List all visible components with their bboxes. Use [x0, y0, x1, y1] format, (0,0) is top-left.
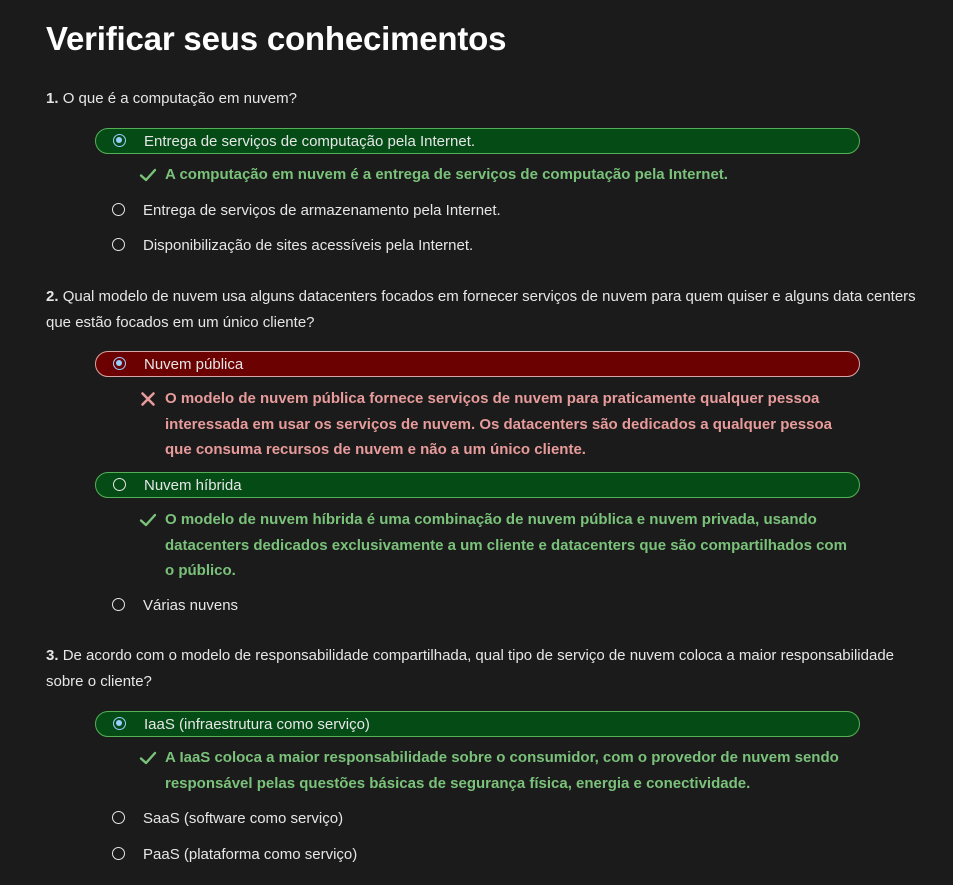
q3-feedback-correct: A IaaS coloca a maior responsabilidade s…: [139, 745, 860, 796]
q3-option-1[interactable]: IaaS (infraestrutura como serviço): [95, 711, 860, 737]
radio-icon[interactable]: [112, 203, 125, 216]
question-number: 3.: [46, 647, 59, 664]
check-icon: [139, 751, 157, 765]
question-3: 3. De acordo com o modelo de responsabil…: [46, 643, 916, 695]
q2-feedback-incorrect: O modelo de nuvem pública fornece serviç…: [141, 386, 860, 463]
question-text: De acordo com o modelo de responsabilida…: [46, 647, 895, 690]
cross-icon: [141, 392, 155, 406]
q2-option-2[interactable]: Nuvem híbrida: [95, 472, 860, 498]
q1-option-3[interactable]: Disponibilização de sites acessíveis pel…: [95, 232, 860, 258]
option-label: Entrega de serviços de armazenamento pel…: [143, 201, 501, 219]
radio-icon[interactable]: [112, 238, 125, 251]
check-icon: [139, 168, 157, 182]
q1-option-2[interactable]: Entrega de serviços de armazenamento pel…: [95, 197, 860, 223]
radio-icon[interactable]: [112, 811, 125, 824]
question-1: 1. O que é a computação em nuvem?: [46, 86, 916, 112]
knowledge-check-page: Verificar seus conhecimentos 1. O que é …: [0, 0, 953, 885]
feedback-text: A IaaS coloca a maior responsabilidade s…: [165, 749, 839, 792]
radio-icon[interactable]: [112, 598, 125, 611]
radio-selected-icon[interactable]: [113, 717, 126, 730]
radio-selected-icon[interactable]: [113, 357, 126, 370]
q1-option-1[interactable]: Entrega de serviços de computação pela I…: [95, 128, 860, 154]
option-label: Nuvem pública: [144, 355, 244, 373]
feedback-text: A computação em nuvem é a entrega de ser…: [165, 166, 728, 183]
option-label: Entrega de serviços de computação pela I…: [144, 132, 476, 150]
radio-icon[interactable]: [113, 478, 126, 491]
radio-icon[interactable]: [112, 847, 125, 860]
question-text: Qual modelo de nuvem usa alguns datacent…: [46, 288, 916, 331]
option-label: Disponibilização de sites acessíveis pel…: [143, 236, 474, 254]
feedback-text: O modelo de nuvem híbrida é uma combinaç…: [165, 511, 847, 579]
q3-option-3[interactable]: PaaS (plataforma como serviço): [95, 841, 860, 867]
q2-option-1[interactable]: Nuvem pública: [95, 351, 860, 377]
option-label: IaaS (infraestrutura como serviço): [144, 715, 370, 733]
q2-feedback-correct: O modelo de nuvem híbrida é uma combinaç…: [139, 507, 860, 584]
q2-option-3[interactable]: Várias nuvens: [95, 592, 860, 618]
radio-selected-icon[interactable]: [113, 134, 126, 147]
feedback-text: O modelo de nuvem pública fornece serviç…: [165, 390, 832, 458]
page-title: Verificar seus conhecimentos: [46, 20, 507, 57]
option-label: PaaS (plataforma como serviço): [143, 845, 358, 863]
check-icon: [139, 513, 157, 527]
question-text: O que é a computação em nuvem?: [62, 90, 297, 107]
question-number: 2.: [46, 288, 59, 305]
question-2: 2. Qual modelo de nuvem usa alguns datac…: [46, 284, 916, 336]
q3-option-2[interactable]: SaaS (software como serviço): [95, 805, 860, 831]
q1-feedback-correct: A computação em nuvem é a entrega de ser…: [139, 162, 860, 188]
question-number: 1.: [46, 90, 59, 107]
option-label: Nuvem híbrida: [144, 476, 242, 494]
option-label: SaaS (software como serviço): [143, 809, 344, 827]
option-label: Várias nuvens: [143, 596, 239, 614]
